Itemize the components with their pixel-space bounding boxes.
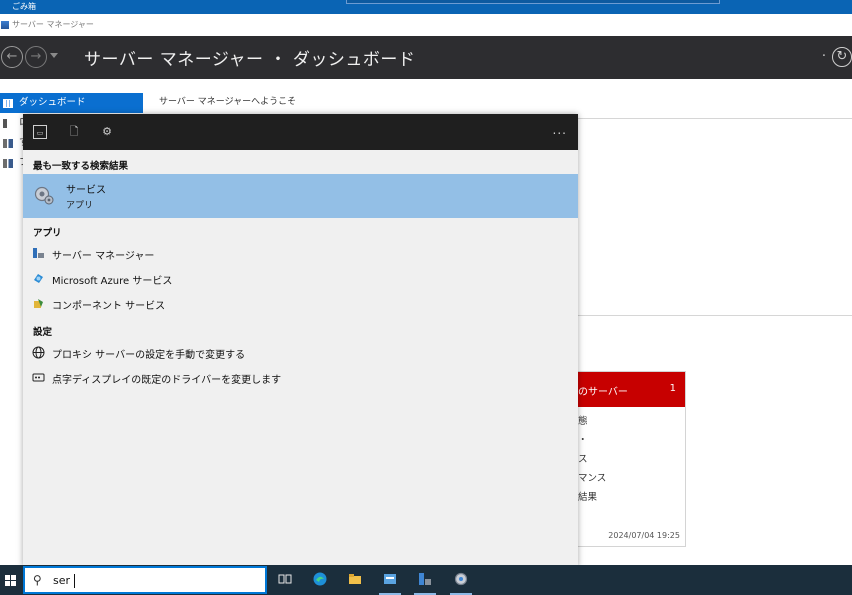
search-query[interactable]: ser [53, 574, 70, 587]
best-match-name: サービス [66, 185, 106, 196]
background-window-edge [346, 0, 720, 4]
azure-icon [34, 274, 43, 283]
windows-logo-icon [5, 575, 16, 586]
best-match-header: 最も一致する検索結果 [33, 161, 129, 172]
file-services-icon [3, 159, 13, 168]
result-server-manager[interactable]: サーバー マネージャー [23, 242, 578, 266]
server-manager-icon [419, 573, 431, 585]
taskbar-file-explorer[interactable] [340, 565, 370, 595]
server-status-tile[interactable]: のサーバー 1 態 ・ ス マンス 結果 2024/07/04 19:25 [573, 371, 686, 547]
server-manager-icon [33, 248, 44, 258]
all-servers-icon [3, 139, 13, 148]
control-panel-icon [384, 574, 396, 584]
services-gear-icon [34, 186, 54, 205]
chevron-down-icon[interactable]: · [822, 49, 826, 64]
result-label: プロキシ サーバーの設定を手動で変更する [52, 350, 246, 361]
services-gear-icon [454, 572, 468, 586]
refresh-icon[interactable]: ↻ [832, 47, 852, 67]
local-server-icon [3, 119, 7, 128]
window-title: サーバー マネージャー [12, 20, 94, 29]
taskbar-server-manager[interactable] [410, 565, 440, 595]
taskbar-control-panel[interactable] [375, 565, 405, 595]
apps-header: アプリ [33, 228, 62, 239]
component-services-icon [34, 299, 43, 308]
sidebar-item-label: ダッシュボード [19, 97, 86, 108]
result-label: サーバー マネージャー [52, 251, 155, 262]
braille-display-icon [32, 373, 45, 382]
result-label: Microsoft Azure サービス [52, 276, 173, 287]
tile-title: のサーバー [578, 387, 628, 398]
result-azure-services[interactable]: Microsoft Azure サービス [23, 267, 578, 291]
breadcrumb: サーバー マネージャー ・ ダッシュボード [84, 50, 416, 70]
tile-row-events[interactable]: ・ [578, 432, 588, 446]
taskbar-services[interactable] [446, 565, 476, 595]
globe-icon [32, 346, 45, 359]
text-caret [74, 574, 75, 588]
gear-icon[interactable]: ⚙ [100, 125, 114, 139]
forward-button[interactable]: → [25, 46, 47, 68]
tile-header[interactable]: のサーバー 1 [574, 372, 685, 407]
document-icon[interactable]: 🗋 [67, 125, 81, 139]
tile-row-services[interactable]: ス [578, 451, 588, 465]
search-panel-toolbar: ▭ 🗋 ⚙ ... [23, 114, 578, 150]
start-button[interactable] [0, 565, 22, 595]
server-manager-header: ← → サーバー マネージャー ・ ダッシュボード · ↻ [0, 36, 852, 79]
result-component-services[interactable]: コンポーネント サービス [23, 292, 578, 316]
history-dropdown-icon[interactable] [50, 53, 58, 58]
dashboard-icon [3, 99, 13, 108]
header-actions: · ↻ [822, 47, 852, 67]
server-manager-app-icon [1, 21, 9, 29]
server-manager-titlebar: サーバー マネージャー [0, 14, 852, 36]
desktop-recycle-bin-label: ごみ箱 [12, 2, 36, 11]
sidebar-item-dashboard[interactable]: ダッシュボード [0, 93, 143, 113]
edge-browser-icon [313, 572, 327, 586]
tile-row-status[interactable]: 態 [578, 413, 588, 427]
best-match-type: アプリ [66, 201, 94, 211]
folder-icon [349, 574, 361, 584]
welcome-bar: サーバー マネージャーへようこそ [143, 79, 852, 119]
start-search-panel: ▭ 🗋 ⚙ ... 最も一致する検索結果 サービス アプリ アプリ サーバー マ… [23, 114, 578, 567]
task-view-button[interactable] [270, 565, 300, 595]
tile-row-performance[interactable]: マンス [578, 470, 606, 484]
tile-row-bpa-results[interactable]: 結果 [578, 489, 597, 503]
welcome-title: サーバー マネージャーへようこそ [159, 97, 297, 107]
result-label: 点字ディスプレイの既定のドライバーを変更します [52, 375, 282, 386]
search-icon: ⚲ [33, 573, 42, 587]
tile-count: 1 [669, 383, 676, 394]
task-view-icon [278, 574, 292, 584]
desktop-strip: ごみ箱 [0, 0, 852, 14]
taskbar-edge[interactable] [305, 565, 335, 595]
result-braille-driver[interactable]: 点字ディスプレイの既定のドライバーを変更します [23, 366, 578, 390]
taskbar-search-box[interactable]: ⚲ ser [23, 566, 267, 594]
taskbar: ⚲ ser [0, 565, 852, 595]
back-button[interactable]: ← [1, 46, 23, 68]
result-label: コンポーネント サービス [52, 301, 166, 312]
settings-header: 設定 [33, 327, 53, 338]
best-match-result[interactable]: サービス アプリ [23, 174, 578, 218]
more-options-icon[interactable]: ... [553, 123, 567, 137]
result-proxy-settings[interactable]: プロキシ サーバーの設定を手動で変更する [23, 341, 578, 365]
all-results-icon[interactable]: ▭ [33, 125, 47, 139]
tile-timestamp: 2024/07/04 19:25 [608, 531, 680, 540]
